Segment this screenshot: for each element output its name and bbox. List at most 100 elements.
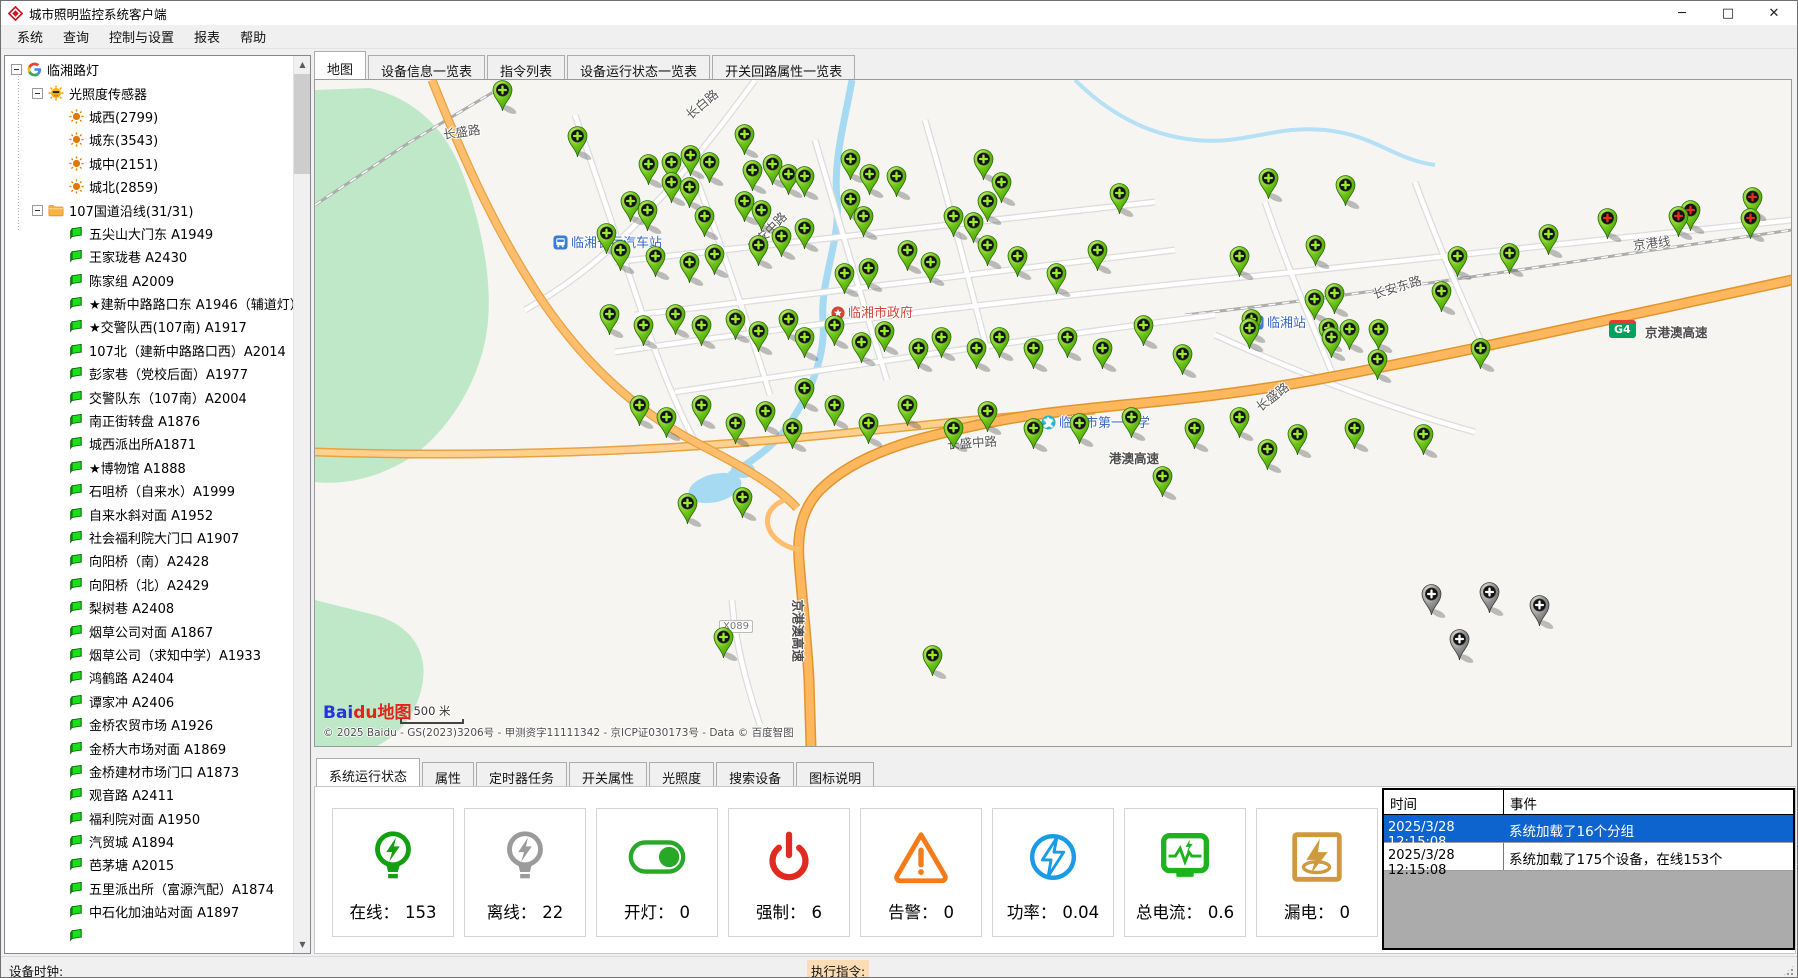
map-pin-online[interactable] bbox=[1256, 438, 1281, 473]
map-pin-online[interactable] bbox=[637, 153, 662, 188]
tree-device-1-16[interactable]: 梨树巷 A2408 bbox=[5, 596, 293, 619]
tree-device-1-8[interactable]: 南正街转盘 A1876 bbox=[5, 409, 293, 432]
menu-item-2[interactable]: 控制与设置 bbox=[99, 24, 184, 49]
resize-grip[interactable] bbox=[1782, 964, 1795, 977]
map-pin-online[interactable] bbox=[1469, 337, 1494, 372]
tree-device-1-28[interactable]: 五里派出所（富源汽配）A1874 bbox=[5, 877, 293, 900]
map-pin-online[interactable] bbox=[703, 243, 728, 278]
map-pin-online[interactable] bbox=[1257, 167, 1282, 202]
map-pin-online[interactable] bbox=[1086, 239, 1111, 274]
tab-4[interactable]: 开关回路属性一览表 bbox=[712, 55, 855, 79]
map-pin-online[interactable] bbox=[857, 412, 882, 447]
map-pin-online[interactable] bbox=[690, 394, 715, 429]
scroll-down-button[interactable]: ▼ bbox=[294, 936, 311, 953]
map-pin-online[interactable] bbox=[664, 303, 689, 338]
tree-device-1-18[interactable]: 烟草公司（求知中学）A1933 bbox=[5, 643, 293, 666]
tree-expander[interactable] bbox=[11, 64, 22, 75]
map-pin-online[interactable] bbox=[1006, 245, 1031, 280]
tree-device-1-3[interactable]: ★建新中路路口东 A1946（辅道灯） bbox=[5, 292, 293, 315]
tree-device-1-27[interactable]: 芭茅塘 A2015 bbox=[5, 853, 293, 876]
map-pin-online[interactable] bbox=[823, 314, 848, 349]
tree-group-1[interactable]: 107国道沿线(31/31) bbox=[5, 198, 293, 221]
baidu-logo[interactable]: Baidu地图 bbox=[323, 704, 794, 722]
map-pin-online[interactable] bbox=[833, 262, 858, 297]
map-pin-online[interactable] bbox=[793, 217, 818, 252]
menu-item-4[interactable]: 帮助 bbox=[230, 24, 276, 49]
scrollbar-thumb[interactable] bbox=[294, 74, 311, 174]
tree-device-1-6[interactable]: 彭家巷（党校后面）A1977 bbox=[5, 362, 293, 385]
map-pin-online[interactable] bbox=[644, 245, 669, 280]
map-pin-online[interactable] bbox=[747, 234, 772, 269]
map-pin-forced[interactable] bbox=[1667, 205, 1692, 240]
map-pin-online[interactable] bbox=[942, 417, 967, 452]
map-pin-forced[interactable] bbox=[1739, 207, 1764, 242]
map-pin-offline[interactable] bbox=[1448, 628, 1473, 663]
map-pin-online[interactable] bbox=[1537, 223, 1562, 258]
bottom-tab-6[interactable]: 图标说明 bbox=[796, 762, 874, 786]
map-pin-online[interactable] bbox=[965, 337, 990, 372]
map-pin-forced[interactable] bbox=[1596, 207, 1621, 242]
tree-device-1-1[interactable]: 王家珑巷 A2430 bbox=[5, 245, 293, 268]
tree-device-1-25[interactable]: 福利院对面 A1950 bbox=[5, 807, 293, 830]
tree-root[interactable]: 临湘路灯 bbox=[5, 58, 293, 81]
map-pin-online[interactable] bbox=[1022, 417, 1047, 452]
bottom-tab-0[interactable]: 系统运行状态 bbox=[316, 758, 420, 786]
map-pin-online[interactable] bbox=[1091, 337, 1116, 372]
tree-device-1-24[interactable]: 观音路 A2411 bbox=[5, 783, 293, 806]
bottom-tab-5[interactable]: 搜索设备 bbox=[716, 762, 794, 786]
tree-device-1-21[interactable]: 金桥农贸市场 A1926 bbox=[5, 713, 293, 736]
map-pin-online[interactable] bbox=[850, 331, 875, 366]
tree-device-1-30[interactable] bbox=[5, 923, 293, 946]
map-pin-online[interactable] bbox=[724, 412, 749, 447]
map-pin-online[interactable] bbox=[988, 326, 1013, 361]
map-pin-online[interactable] bbox=[873, 320, 898, 355]
map-pin-online[interactable] bbox=[793, 165, 818, 200]
map-pin-online[interactable] bbox=[754, 400, 779, 435]
minimize-button[interactable]: ─ bbox=[1659, 1, 1705, 25]
map-pin-online[interactable] bbox=[1334, 174, 1359, 209]
map-pin-online[interactable] bbox=[793, 377, 818, 412]
map-pin-offline[interactable] bbox=[1478, 581, 1503, 616]
map-pin-online[interactable] bbox=[712, 626, 737, 661]
map-pin-online[interactable] bbox=[628, 394, 653, 429]
bottom-tab-4[interactable]: 光照度 bbox=[649, 762, 714, 786]
tree-group-0[interactable]: 光照度传感器 bbox=[5, 81, 293, 104]
map-pin-online[interactable] bbox=[1286, 423, 1311, 458]
menu-item-3[interactable]: 报表 bbox=[184, 24, 230, 49]
map-pin-online[interactable] bbox=[1412, 423, 1437, 458]
tab-2[interactable]: 指令列表 bbox=[487, 55, 565, 79]
tree-device-1-29[interactable]: 中石化加油站对面 A1897 bbox=[5, 900, 293, 923]
map-pin-online[interactable] bbox=[1430, 280, 1455, 315]
map-pin-online[interactable] bbox=[852, 205, 877, 240]
bottom-tab-3[interactable]: 开关属性 bbox=[569, 762, 647, 786]
tree-device-1-20[interactable]: 谭家冲 A2406 bbox=[5, 690, 293, 713]
column-event[interactable]: 事件 bbox=[1504, 790, 1541, 814]
tree-expander[interactable] bbox=[32, 205, 43, 216]
map-pin-online[interactable] bbox=[747, 320, 772, 355]
map-pin-online[interactable] bbox=[1120, 406, 1145, 441]
event-row-0[interactable]: 2025/3/28 12:15:08系统加载了16个分组 bbox=[1384, 815, 1793, 843]
map-pin-online[interactable] bbox=[655, 406, 680, 441]
tree-device-1-4[interactable]: ★交警队西(107南) A1917 bbox=[5, 315, 293, 338]
map-pin-online[interactable] bbox=[1068, 412, 1093, 447]
map-pin-online[interactable] bbox=[1343, 417, 1368, 452]
tree-device-1-0[interactable]: 五尖山大门东 A1949 bbox=[5, 222, 293, 245]
map-pin-online[interactable] bbox=[976, 234, 1001, 269]
tree-device-0-3[interactable]: 城北(2859) bbox=[5, 175, 293, 198]
map-pin-online[interactable] bbox=[930, 326, 955, 361]
map-pin-online[interactable] bbox=[636, 199, 661, 234]
tree-device-1-26[interactable]: 汽贸城 A1894 bbox=[5, 830, 293, 853]
map-pin-online[interactable] bbox=[896, 394, 921, 429]
map-pin-online[interactable] bbox=[770, 225, 795, 260]
map-pin-online[interactable] bbox=[781, 417, 806, 452]
map-pin-online[interactable] bbox=[1132, 314, 1157, 349]
tab-1[interactable]: 设备信息一览表 bbox=[368, 55, 485, 79]
tree-device-1-13[interactable]: 社会福利院大门口 A1907 bbox=[5, 526, 293, 549]
tree-device-1-11[interactable]: 石咀桥（自来水）A1999 bbox=[5, 479, 293, 502]
tree-device-0-2[interactable]: 城中(2151) bbox=[5, 152, 293, 175]
map-pin-online[interactable] bbox=[919, 251, 944, 286]
tab-0[interactable]: 地图 bbox=[314, 51, 366, 79]
tree-device-1-7[interactable]: 交警队东（107南）A2004 bbox=[5, 385, 293, 408]
maximize-button[interactable]: □ bbox=[1705, 1, 1751, 25]
map-pin-online[interactable] bbox=[1498, 242, 1523, 277]
